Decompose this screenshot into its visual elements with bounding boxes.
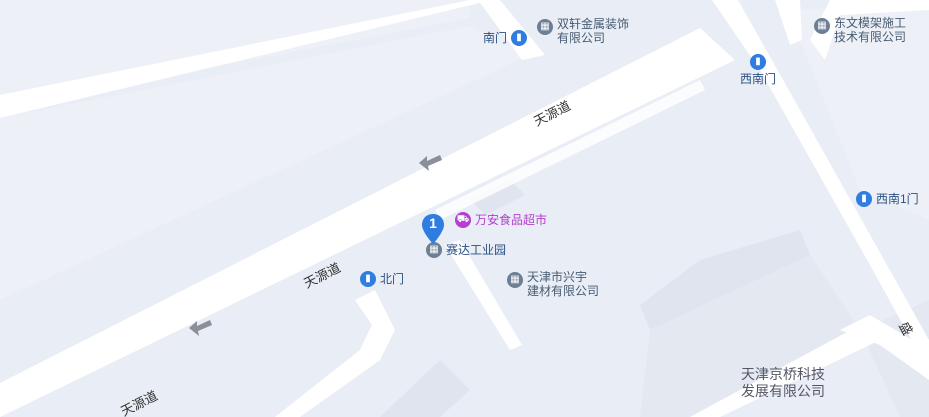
poi-label: 西南1门	[876, 192, 919, 206]
poi-xingyu[interactable]: ▦ 天津市兴宇 建材有限公司	[507, 270, 599, 298]
poi-label-line-1: 天津市兴宇	[527, 270, 588, 284]
gate-icon: ▮	[511, 30, 528, 46]
company-icon: ▦	[814, 18, 830, 34]
poi-label: 南门	[483, 31, 508, 45]
poi-label-line-1: 双轩金属装饰	[557, 17, 630, 31]
gate-icon: ▮	[750, 54, 766, 70]
area-label-line-2: 发展有限公司	[741, 383, 825, 399]
company-icon: ▦	[507, 272, 523, 288]
poi-xinanmen[interactable]: ▮ 西南门	[740, 54, 776, 86]
shopping-icon: ⛟	[455, 212, 471, 228]
map-canvas[interactable]: 天源道 天源道 天源道 盛 ▮ 南门 ▦ 双轩金属装饰 有限公司 ▦ 东文模架施…	[0, 0, 929, 417]
gate-icon: ▮	[360, 271, 376, 287]
location-marker-pin[interactable]: 1	[421, 213, 445, 245]
marker-number: 1	[429, 215, 437, 231]
poi-label-line-2: 有限公司	[557, 31, 606, 45]
poi-beimen[interactable]: ▮ 北门	[360, 271, 404, 287]
poi-label: 赛达工业园	[446, 243, 507, 257]
poi-wanan[interactable]: ⛟ 万安食品超市	[455, 212, 547, 228]
poi-label-line-2: 建材有限公司	[527, 284, 600, 298]
map-base	[0, 0, 929, 417]
poi-shuangxuan[interactable]: ▦ 双轩金属装饰 有限公司	[537, 17, 629, 45]
area-label-line-1: 天津京桥科技	[741, 366, 825, 382]
poi-label: 万安食品超市	[475, 213, 548, 227]
poi-label-line-2: 技术有限公司	[834, 30, 907, 44]
poi-dongwen[interactable]: ▦ 东文模架施工 技术有限公司	[814, 16, 906, 44]
poi-nanmen[interactable]: ▮ 南门	[483, 30, 528, 46]
poi-xinan1men[interactable]: ▮ 西南1门	[856, 191, 919, 207]
poi-label: 北门	[380, 272, 405, 286]
company-icon: ▦	[537, 19, 553, 35]
poi-label: 西南门	[740, 72, 777, 86]
area-label-jingqiao: 天津京桥科技 发展有限公司	[741, 366, 825, 400]
poi-label-line-1: 东文模架施工	[834, 16, 907, 30]
gate-icon: ▮	[856, 191, 872, 207]
